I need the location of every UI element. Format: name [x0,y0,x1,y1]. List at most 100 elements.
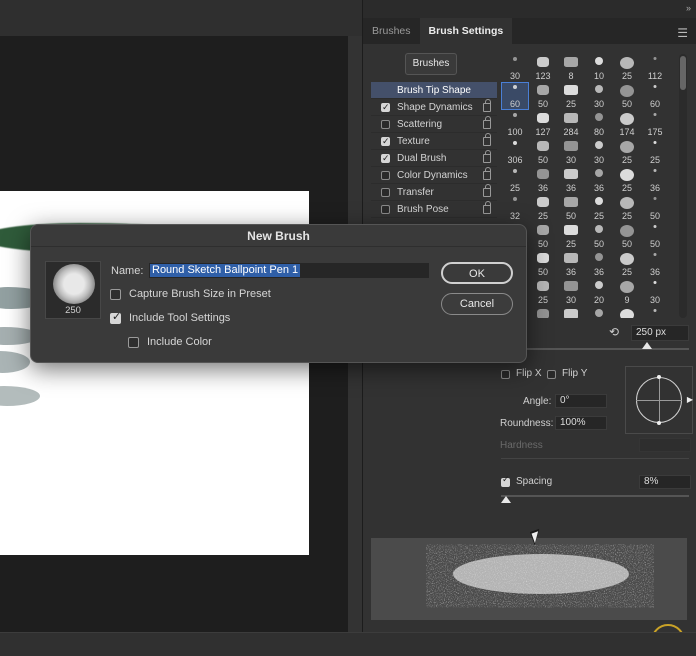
spacing-slider-thumb[interactable] [501,496,511,503]
roundness-input[interactable]: 100% [555,416,607,430]
lock-icon[interactable] [483,167,491,180]
brush-tip-preset[interactable]: 39 [641,306,669,318]
brush-tip-preset[interactable]: 25 [557,222,585,250]
capture-brush-size-checkbox[interactable] [110,289,121,300]
brush-tip-preset[interactable]: 25 [585,194,613,222]
brush-tip-preset[interactable]: 50 [529,138,557,166]
brush-option-shape-dynamics[interactable]: Shape Dynamics [371,99,497,116]
brush-tip-preset[interactable]: 30 [501,54,529,82]
option-checkbox[interactable] [381,99,390,116]
brush-tip-preset[interactable]: 30 [585,82,613,110]
brush-tip-preset[interactable]: 30 [557,278,585,306]
option-checkbox[interactable] [381,150,390,167]
brush-tip-preset[interactable]: 14 [557,306,585,318]
brush-tip-preset[interactable]: 30 [641,278,669,306]
brush-tip-preset[interactable]: 127 [529,110,557,138]
brush-tip-preset[interactable]: 25 [557,82,585,110]
brush-tip-preset[interactable]: 30 [585,138,613,166]
option-checkbox[interactable] [381,171,390,180]
brush-tip-preset[interactable]: 306 [501,138,529,166]
brush-tip-preset[interactable]: 60 [501,82,529,110]
lock-icon[interactable] [483,150,491,163]
brush-tip-preset[interactable]: 36 [641,250,669,278]
brush-tip-preset[interactable]: 9 [613,278,641,306]
brush-tip-preset[interactable]: 27 [613,306,641,318]
lock-icon[interactable] [483,201,491,214]
brush-tip-preset[interactable]: 30 [557,138,585,166]
brush-tip-preset[interactable]: 36 [557,250,585,278]
brush-tip-preset[interactable]: 50 [529,82,557,110]
angle-input[interactable]: 0° [555,394,607,408]
brush-tip-preset[interactable]: 25 [613,250,641,278]
brush-tip-preset[interactable]: 25 [529,278,557,306]
brush-tip-preset[interactable]: 175 [641,110,669,138]
brush-tip-preset[interactable]: 36 [585,250,613,278]
lock-icon[interactable] [483,184,491,197]
lock-icon[interactable] [483,116,491,129]
brush-option-transfer[interactable]: Transfer [371,184,497,201]
brush-option-dual-brush[interactable]: Dual Brush [371,150,497,167]
brushes-button[interactable]: Brushes [405,53,457,75]
brush-tip-preset[interactable]: 112 [641,54,669,82]
size-input[interactable]: 250 px [631,325,689,341]
lock-icon[interactable] [483,133,491,146]
brush-tip-preset[interactable]: 50 [557,194,585,222]
tab-brushes[interactable]: Brushes [363,18,420,44]
brush-tip-preset[interactable]: 174 [613,110,641,138]
brush-tip-preset[interactable]: 32 [501,194,529,222]
option-checkbox[interactable] [381,205,390,214]
include-tool-settings-checkbox[interactable] [110,310,121,324]
roundness-handle-top[interactable] [657,375,661,379]
brush-tip-preset[interactable]: 25 [641,138,669,166]
brush-tip-preset[interactable]: 25 [613,138,641,166]
brush-option-scattering[interactable]: Scattering [371,116,497,133]
spacing-slider[interactable] [501,495,689,503]
brush-tip-preset[interactable]: 25 [501,166,529,194]
brush-tip-preset[interactable]: 50 [641,194,669,222]
brush-tip-preset[interactable]: 50 [641,222,669,250]
brush-tip-preset[interactable]: 100 [501,110,529,138]
spacing-checkbox[interactable] [501,474,510,487]
brush-tip-preset[interactable]: 50 [585,222,613,250]
brush-tip-preset[interactable]: 50 [613,222,641,250]
brush-tip-preset[interactable]: 10 [585,54,613,82]
brush-tip-preset[interactable]: 284 [557,110,585,138]
ok-button[interactable]: OK [441,262,513,284]
brush-grid-scroll-thumb[interactable] [680,56,686,90]
brush-option-color-dynamics[interactable]: Color Dynamics [371,167,497,184]
tab-brush-settings[interactable]: Brush Settings [419,18,513,44]
brush-tip-preset[interactable]: 24 [585,306,613,318]
brush-tip-preset[interactable]: 25 [529,194,557,222]
size-slider[interactable] [501,342,689,350]
brush-tip-preset[interactable]: 80 [585,110,613,138]
flip-y-checkbox[interactable] [547,370,556,379]
brush-tip-preset[interactable]: 50 [529,222,557,250]
brush-option-brush-tip-shape[interactable]: Brush Tip Shape [371,82,497,99]
cancel-button[interactable]: Cancel [441,293,513,315]
brush-option-brush-pose[interactable]: Brush Pose [371,201,497,218]
brush-tip-preset[interactable]: 25 [613,194,641,222]
lock-icon[interactable] [483,99,491,112]
panel-menu-icon[interactable]: ☰ [677,26,688,40]
option-checkbox[interactable] [381,188,390,197]
collapse-panel-icon[interactable]: » [686,3,691,13]
option-checkbox[interactable] [381,133,390,150]
roundness-handle-bottom[interactable] [657,421,661,425]
brush-tip-preset[interactable]: 25 [613,54,641,82]
brush-tip-preset[interactable]: 60 [641,82,669,110]
brush-tip-preset[interactable]: 36 [529,166,557,194]
brush-tip-preset[interactable]: 45 [529,306,557,318]
brush-tip-preset[interactable]: 8 [557,54,585,82]
option-checkbox[interactable] [381,120,390,129]
flip-x-checkbox[interactable] [501,370,510,379]
brush-name-input[interactable]: Round Sketch Ballpoint Pen 1 [148,262,430,279]
size-slider-thumb[interactable] [642,342,652,349]
brush-tip-preset[interactable]: 36 [585,166,613,194]
brush-tip-preset[interactable]: 50 [613,82,641,110]
angle-roundness-widget[interactable]: ▶ [625,366,693,434]
brush-tip-preset[interactable]: 36 [641,166,669,194]
spacing-input[interactable]: 8% [639,475,691,489]
include-color-checkbox[interactable] [128,337,139,348]
brush-tip-preset[interactable]: 20 [585,278,613,306]
brush-tip-preset[interactable]: 25 [613,166,641,194]
